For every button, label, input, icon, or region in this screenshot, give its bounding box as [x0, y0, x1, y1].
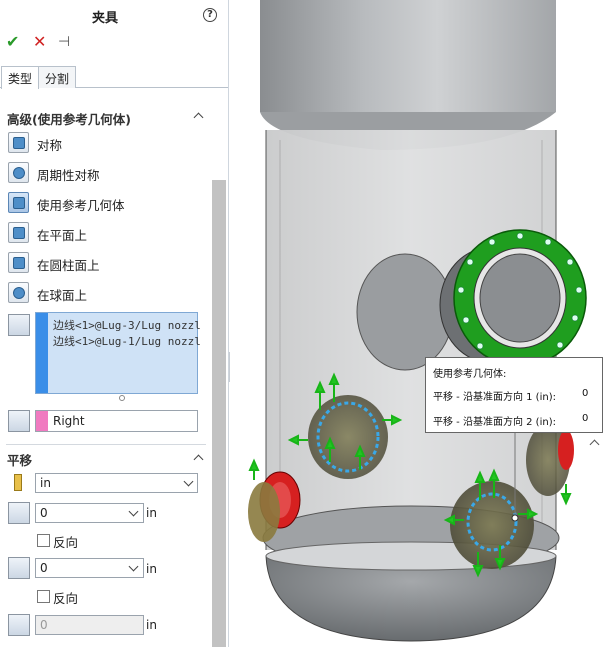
tab-split[interactable]: 分割 [38, 66, 77, 88]
units-value: in [40, 476, 51, 490]
direction3-icon [8, 614, 30, 636]
option-on-cylindrical-face[interactable]: 在圆柱面上 [8, 251, 203, 275]
tab-split-label: 分割 [45, 72, 70, 86]
option-symmetry[interactable]: 对称 [8, 131, 203, 155]
direction3-value: 0 [40, 618, 48, 632]
pushpin-icon[interactable]: ⊣ [58, 33, 70, 51]
callout-row2-label: 平移 - 沿基准面方向 2 (in): [433, 417, 556, 428]
pressure-vessel-model [248, 0, 587, 642]
tab-strip: 类型 分割 [0, 64, 228, 89]
panel-scrollbar[interactable] [212, 180, 226, 647]
reverse1-label: 反向 [53, 535, 79, 550]
direction3-unit: in [146, 618, 157, 632]
callout-row1-value[interactable]: 0 [582, 388, 588, 399]
on-spherical-face-icon [8, 282, 29, 303]
graphics-viewport[interactable] [230, 0, 607, 647]
option-reference-geometry[interactable]: 使用参考几何体 [8, 191, 203, 215]
reference-color-bar [36, 411, 48, 431]
cancel-x-icon[interactable]: ✕ [33, 33, 46, 51]
direction1-unit: in [146, 506, 157, 520]
chevron-up-icon[interactable] [590, 438, 600, 448]
direction2-unit: in [146, 562, 157, 576]
callout-tooltip[interactable]: 使用参考几何体: 平移 - 沿基准面方向 1 (in): 0 平移 - 沿基准面… [425, 357, 603, 433]
reverse2-label: 反向 [53, 591, 79, 606]
direction2-input[interactable]: 0 [35, 558, 144, 578]
direction2-value: 0 [40, 561, 48, 575]
advanced-section-heading: 高级(使用参考几何体) [7, 112, 131, 127]
translation-section-heading: 平移 [7, 453, 33, 468]
on-cylindrical-face-icon [8, 252, 29, 273]
plane-reference-icon [8, 410, 30, 432]
callout-row2-value[interactable]: 0 [582, 413, 588, 424]
collapse-chevron-icon[interactable] [194, 111, 204, 121]
panel-title: 夹具 [91, 11, 118, 26]
option-reference-geometry-label: 使用参考几何体 [37, 198, 125, 213]
section-divider [6, 444, 206, 445]
reference-plane-field[interactable]: Right [35, 410, 198, 432]
reverse2-checkbox[interactable] [37, 590, 50, 603]
resize-grip-icon[interactable] [119, 395, 125, 401]
chevron-down-icon [128, 506, 139, 517]
direction1-icon [8, 502, 30, 524]
selection-item[interactable]: 边线<1>@Lug-3/Lug nozzl [53, 317, 201, 333]
collapse-chevron-icon[interactable] [194, 453, 204, 463]
option-symmetry-label: 对称 [37, 138, 63, 153]
chevron-down-icon [128, 561, 139, 572]
option-on-spherical-face[interactable]: 在球面上 [8, 281, 203, 305]
direction1-input[interactable]: 0 [35, 503, 144, 523]
symmetry-icon [8, 132, 29, 153]
on-flat-face-icon [8, 222, 29, 243]
direction3-input: 0 [35, 615, 144, 635]
option-cyclic-symmetry[interactable]: 周期性对称 [8, 161, 203, 185]
option-on-spherical-face-label: 在球面上 [37, 288, 88, 303]
units-dropdown[interactable]: in [35, 473, 198, 493]
ok-checkmark-icon[interactable]: ✔ [6, 33, 19, 51]
edge-selection-icon [8, 314, 30, 336]
option-on-flat-face[interactable]: 在平面上 [8, 221, 203, 245]
direction2-icon [8, 557, 30, 579]
ruler-units-icon [14, 474, 22, 491]
callout-title: 使用参考几何体: [433, 369, 507, 380]
property-manager: 夹具 ? ✔ ✕ ⊣ 类型 分割 高级(使用参考几何体) 对称 周期性对称 使用… [0, 0, 229, 647]
tab-type[interactable]: 类型 [1, 66, 40, 89]
option-on-flat-face-label: 在平面上 [37, 228, 88, 243]
selection-color-bar [36, 313, 48, 393]
selection-item[interactable]: 边线<1>@Lug-1/Lug nozzl [53, 333, 201, 349]
help-circle-icon[interactable]: ? [203, 8, 217, 22]
reverse1-checkbox[interactable] [37, 534, 50, 547]
tab-type-label: 类型 [8, 72, 33, 86]
selected-entities-list[interactable]: 边线<1>@Lug-3/Lug nozzl 边线<1>@Lug-1/Lug no… [35, 312, 201, 394]
chevron-down-icon [183, 476, 194, 487]
option-on-cylindrical-face-label: 在圆柱面上 [37, 258, 100, 273]
cyclic-symmetry-icon [8, 162, 29, 183]
direction1-value: 0 [40, 506, 48, 520]
reference-plane-value: Right [53, 414, 85, 428]
upper-shell [260, 0, 556, 112]
callout-row1-label: 平移 - 沿基准面方向 1 (in): [433, 392, 556, 403]
reference-geometry-icon [8, 192, 29, 213]
option-cyclic-symmetry-label: 周期性对称 [37, 168, 100, 183]
